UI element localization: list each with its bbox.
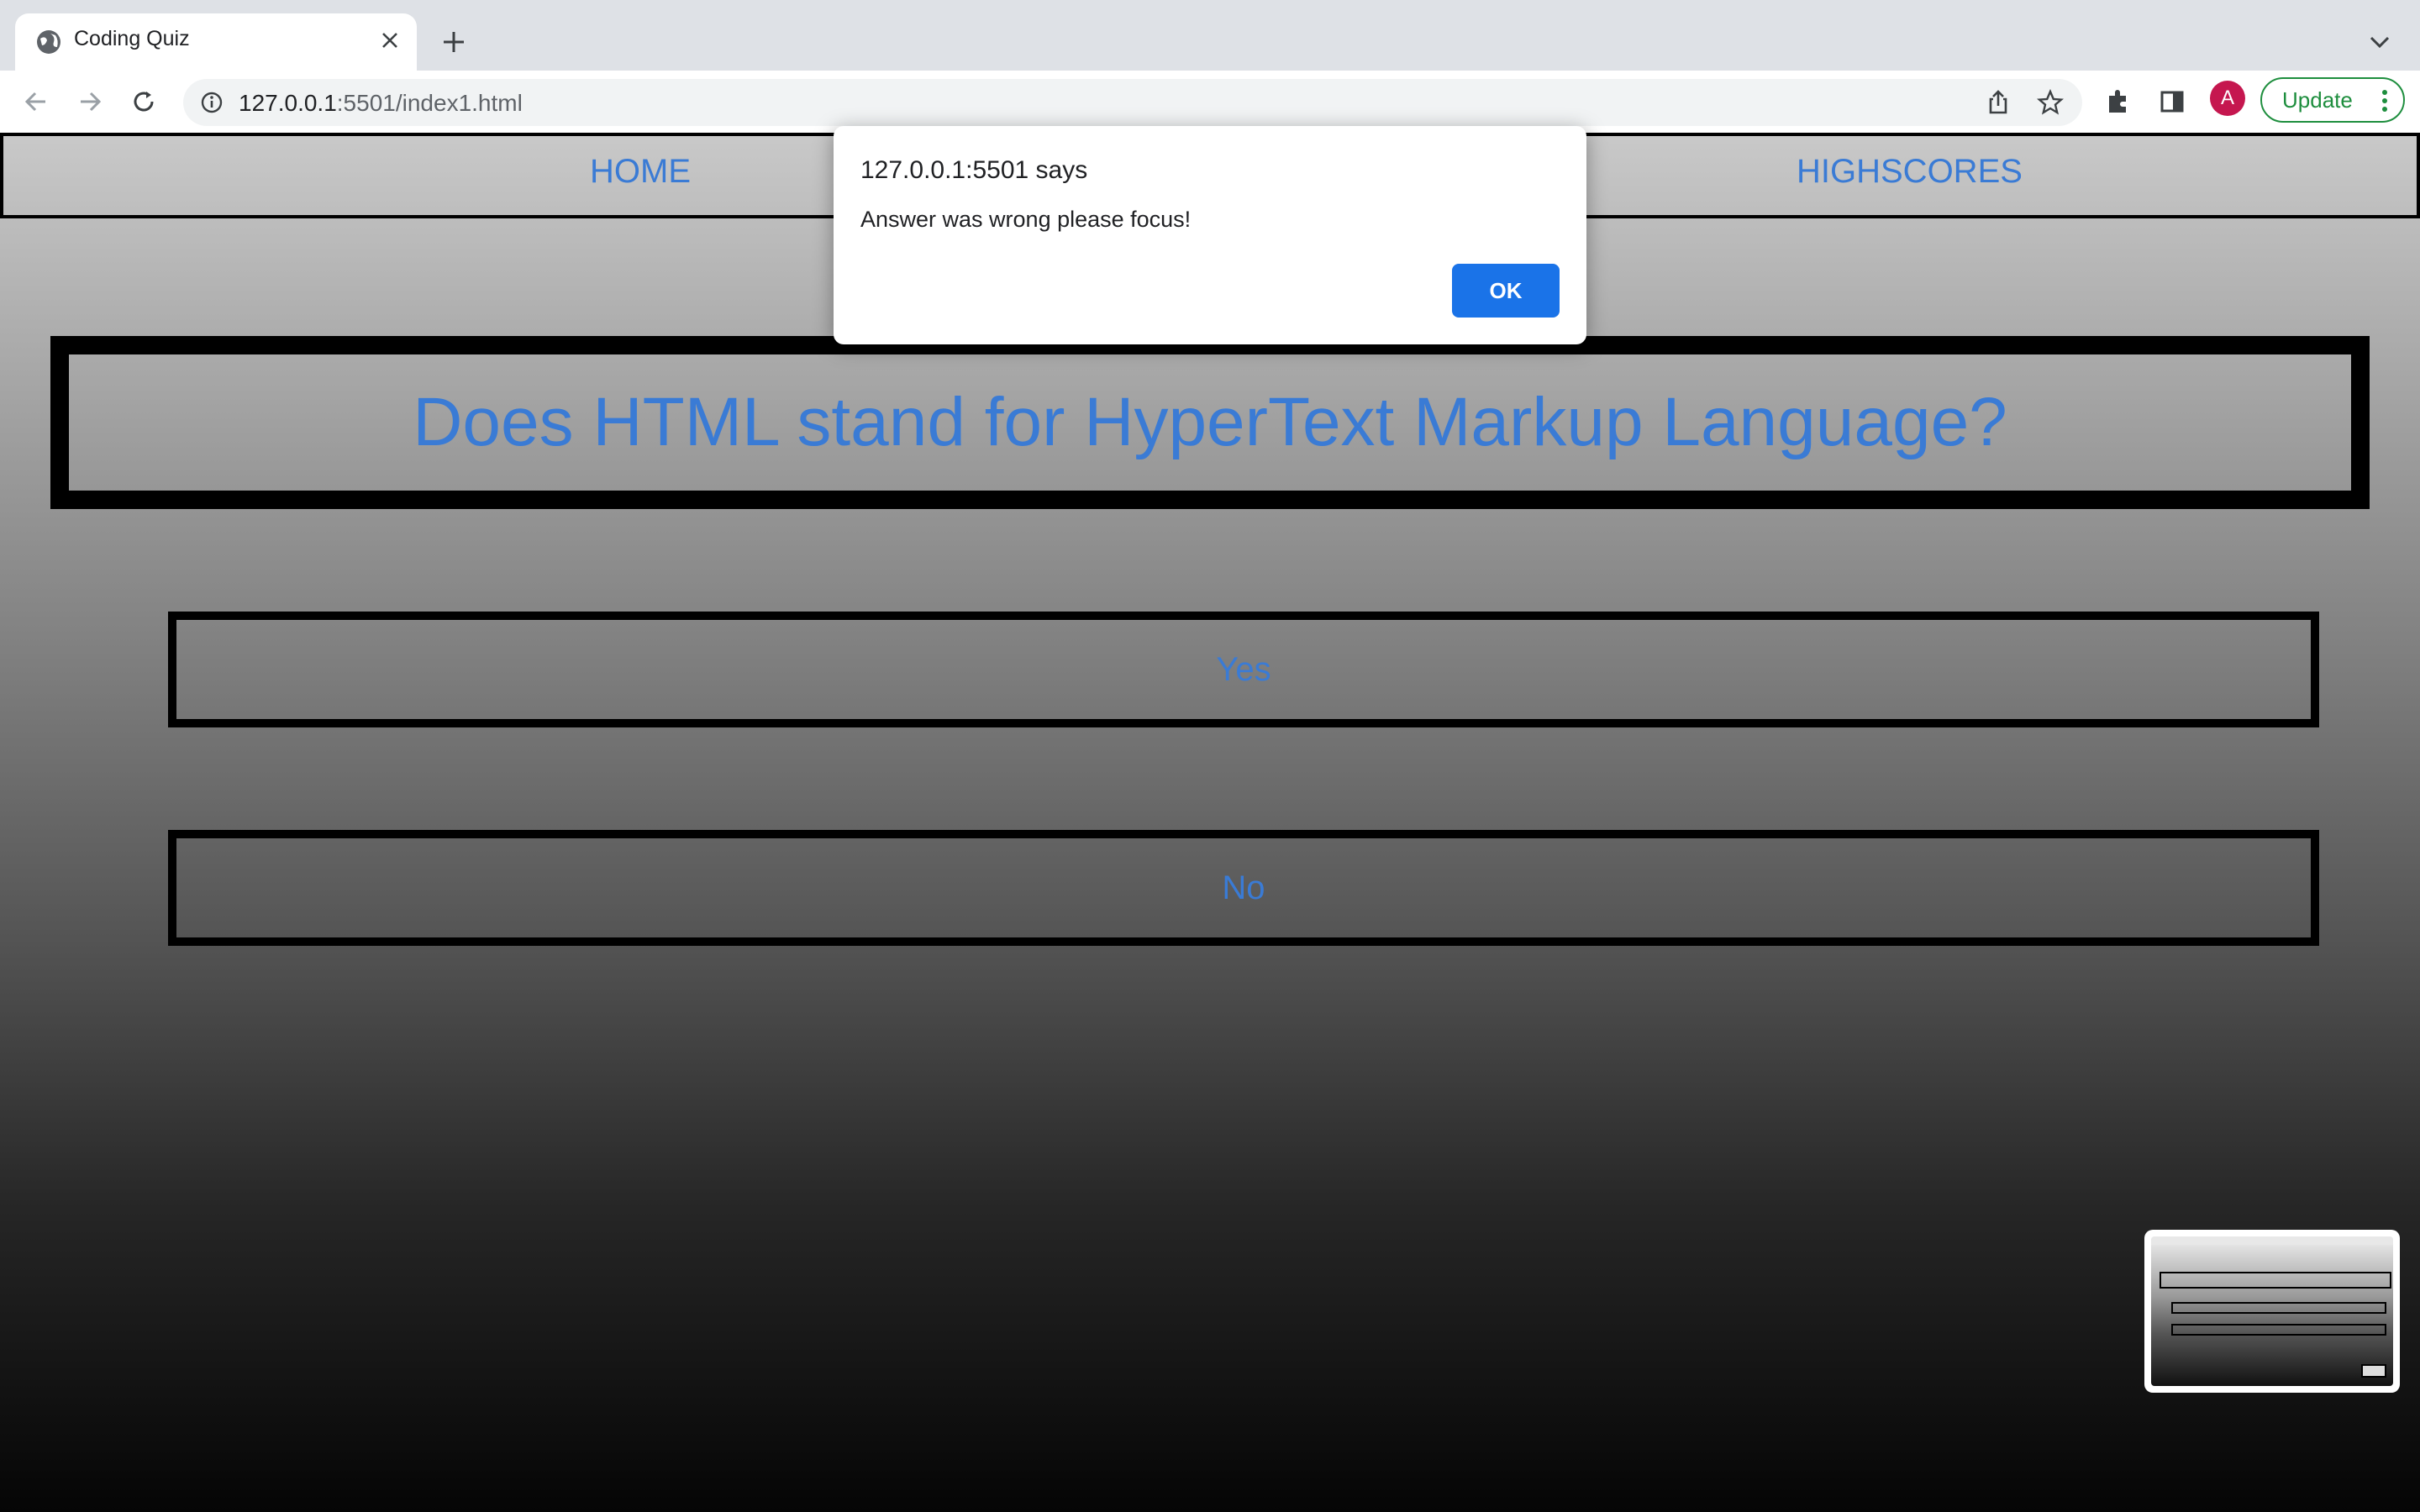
- thumbnail-chrome: [2151, 1236, 2393, 1245]
- ok-button[interactable]: OK: [1452, 264, 1560, 318]
- question-text: Does HTML stand for HyperText Markup Lan…: [413, 384, 2007, 460]
- bookmark-star-icon[interactable]: [2037, 89, 2064, 116]
- dialog-title: 127.0.0.1:5501 says: [860, 156, 1088, 184]
- extensions-icon[interactable]: [2102, 86, 2134, 118]
- thumbnail-answer: [2171, 1324, 2386, 1336]
- thumbnail-answer: [2171, 1302, 2386, 1314]
- update-label: Update: [2282, 87, 2353, 113]
- browser-tab[interactable]: Coding Quiz: [15, 13, 417, 71]
- answer-button-no[interactable]: No: [168, 830, 2319, 946]
- nav-highscores-link[interactable]: HIGHSCORES: [1797, 153, 2023, 191]
- tab-strip: Coding Quiz: [0, 0, 2420, 71]
- back-icon[interactable]: [18, 84, 54, 119]
- profile-avatar[interactable]: A: [2210, 81, 2245, 116]
- thumbnail-dialog: [2361, 1364, 2386, 1378]
- answer-button-yes[interactable]: Yes: [168, 612, 2319, 727]
- nav-home-link[interactable]: HOME: [590, 153, 691, 191]
- screenshot-thumbnail[interactable]: [2144, 1230, 2400, 1393]
- info-icon[interactable]: [200, 91, 224, 114]
- reload-icon[interactable]: [126, 84, 161, 119]
- question-box: Does HTML stand for HyperText Markup Lan…: [50, 336, 2370, 509]
- forward-icon[interactable]: [72, 84, 108, 119]
- globe-icon: [37, 30, 60, 54]
- side-panel-icon[interactable]: [2156, 86, 2188, 118]
- address-bar[interactable]: 127.0.0.1:5501/index1.html: [183, 79, 2082, 126]
- share-icon[interactable]: [1985, 89, 2012, 116]
- more-menu-icon[interactable]: [2381, 89, 2388, 113]
- chevron-down-icon[interactable]: [2365, 27, 2395, 57]
- thumbnail-question: [2160, 1272, 2391, 1289]
- dialog-message: Answer was wrong please focus!: [860, 207, 1192, 232]
- close-tab-icon[interactable]: [375, 25, 405, 55]
- update-button[interactable]: Update: [2260, 77, 2405, 123]
- thumbnail-image: [2151, 1236, 2393, 1386]
- browser-toolbar: 127.0.0.1:5501/index1.html: [0, 71, 2420, 133]
- url-text: 127.0.0.1:5501/index1.html: [239, 90, 523, 116]
- tab-title: Coding Quiz: [74, 27, 190, 50]
- new-tab-icon[interactable]: [437, 25, 471, 59]
- alert-dialog: 127.0.0.1:5501 says Answer was wrong ple…: [834, 126, 1586, 344]
